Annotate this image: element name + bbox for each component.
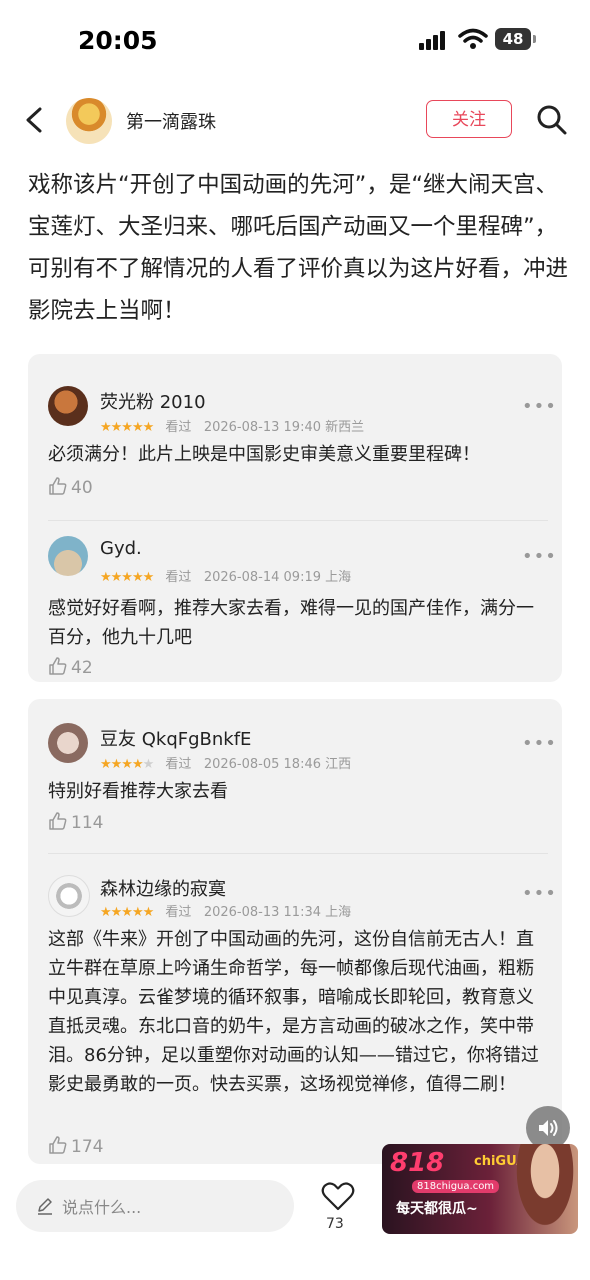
back-icon[interactable] [22, 106, 48, 134]
comment-divider [48, 520, 548, 521]
ad-banner[interactable]: 818 chiGUA 818chigua.com 每天都很瓜~ [382, 1144, 578, 1234]
more-options-icon[interactable]: ••• [522, 733, 557, 754]
ad-slogan: 每天都很瓜~ [396, 1201, 478, 1217]
like-button[interactable]: 40 [48, 476, 93, 498]
like-button[interactable]: 42 [48, 656, 93, 678]
pen-icon [38, 1198, 52, 1215]
watched-label: 看过 [165, 420, 192, 435]
status-bar: 20:05 48 [0, 0, 590, 80]
search-icon[interactable] [536, 104, 568, 136]
like-total: 73 [326, 1216, 344, 1232]
commenter-name[interactable]: 荧光粉 2010 [100, 388, 206, 414]
comment-time: 2026-08-13 11:34 上海 [203, 905, 352, 920]
watched-label: 看过 [165, 570, 192, 585]
comment-divider [48, 853, 548, 854]
thumbs-up-icon [49, 1136, 67, 1154]
thumbs-up-icon [49, 657, 67, 675]
comment-card: 豆友 QkqFgBnkfE ★★★★★ 看过 2026-08-05 18:46 … [28, 699, 562, 1164]
top-nav: 第一滴露珠 关注 [0, 92, 590, 148]
battery-icon: 48 [495, 28, 531, 50]
comment-input[interactable]: 说点什么... [16, 1180, 294, 1232]
cellular-signal-icon [419, 30, 451, 50]
watched-label: 看过 [165, 905, 192, 920]
like-count: 40 [71, 478, 93, 498]
ad-image [512, 1144, 578, 1234]
commenter-name[interactable]: 豆友 QkqFgBnkfE [100, 725, 251, 751]
like-button[interactable]: 174 [48, 1135, 103, 1157]
like-count: 174 [71, 1137, 104, 1157]
commenter-avatar[interactable] [48, 536, 88, 576]
commenter-name[interactable]: Gyd. [100, 538, 142, 559]
wifi-icon [458, 28, 488, 49]
commenter-avatar[interactable] [48, 386, 88, 426]
author-avatar[interactable] [66, 98, 112, 144]
like-count: 114 [71, 813, 104, 833]
bottom-bar: 说点什么... 73 818 chiGUA 818chigua.com 每天都很… [0, 1144, 590, 1280]
commenter-name[interactable]: 森林边缘的寂寞 [100, 875, 226, 901]
heart-icon[interactable] [321, 1180, 355, 1212]
more-options-icon[interactable]: ••• [522, 546, 557, 567]
comment-time: 2026-08-13 19:40 新西兰 [203, 420, 365, 435]
thumbs-up-icon [49, 812, 67, 830]
comment-text: 必须满分！此片上映是中国影史审美意义重要里程碑！ [48, 444, 480, 465]
comment-card: 荧光粉 2010 ★★★★★ 看过 2026-08-13 19:40 新西兰 •… [28, 354, 562, 682]
comment-text: 感觉好好看啊，推荐大家去看，难得一见的国产佳作，满分一百分，他九十几吧 [48, 598, 534, 648]
follow-button[interactable]: 关注 [426, 100, 512, 138]
more-options-icon[interactable]: ••• [522, 396, 557, 417]
comment-time: 2026-08-14 09:19 上海 [203, 570, 352, 585]
rating-stars: ★★★★★ [100, 905, 154, 920]
comment-placeholder: 说点什么... [62, 1198, 142, 1217]
ad-url: 818chigua.com [412, 1180, 500, 1193]
comment-meta: ★★★★★ 看过 2026-08-05 18:46 江西 [100, 753, 351, 772]
rating-stars: ★★★★★ [100, 420, 154, 435]
like-count: 42 [71, 658, 93, 678]
commenter-avatar[interactable] [48, 875, 90, 917]
ad-title: 818 [390, 1148, 445, 1178]
status-time: 20:05 [78, 26, 158, 55]
rating-stars: ★★★★★ [100, 757, 154, 772]
comment-meta: ★★★★★ 看过 2026-08-13 11:34 上海 [100, 901, 351, 920]
comment-text: 特别好看推荐大家去看 [48, 781, 228, 802]
comment-meta: ★★★★★ 看过 2026-08-14 09:19 上海 [100, 566, 351, 585]
comment-meta: ★★★★★ 看过 2026-08-13 19:40 新西兰 [100, 416, 364, 435]
more-options-icon[interactable]: ••• [522, 883, 557, 904]
battery-tip [533, 35, 536, 43]
watched-label: 看过 [165, 757, 192, 772]
commenter-avatar[interactable] [48, 723, 88, 763]
thumbs-up-icon [49, 477, 67, 495]
like-button[interactable]: 114 [48, 811, 103, 833]
post-body-text: 戏称该片“开创了中国动画的先河”，是“继大闹天宫、宝莲灯、大圣归来、哪吒后国产动… [28, 172, 569, 324]
author-name[interactable]: 第一滴露珠 [126, 108, 216, 134]
comment-text: 这部《牛来》开创了中国动画的先河，这份自信前无古人！直立牛群在草原上吟诵生命哲学… [48, 929, 539, 1095]
rating-stars: ★★★★★ [100, 570, 154, 585]
comment-time: 2026-08-05 18:46 江西 [203, 757, 352, 772]
